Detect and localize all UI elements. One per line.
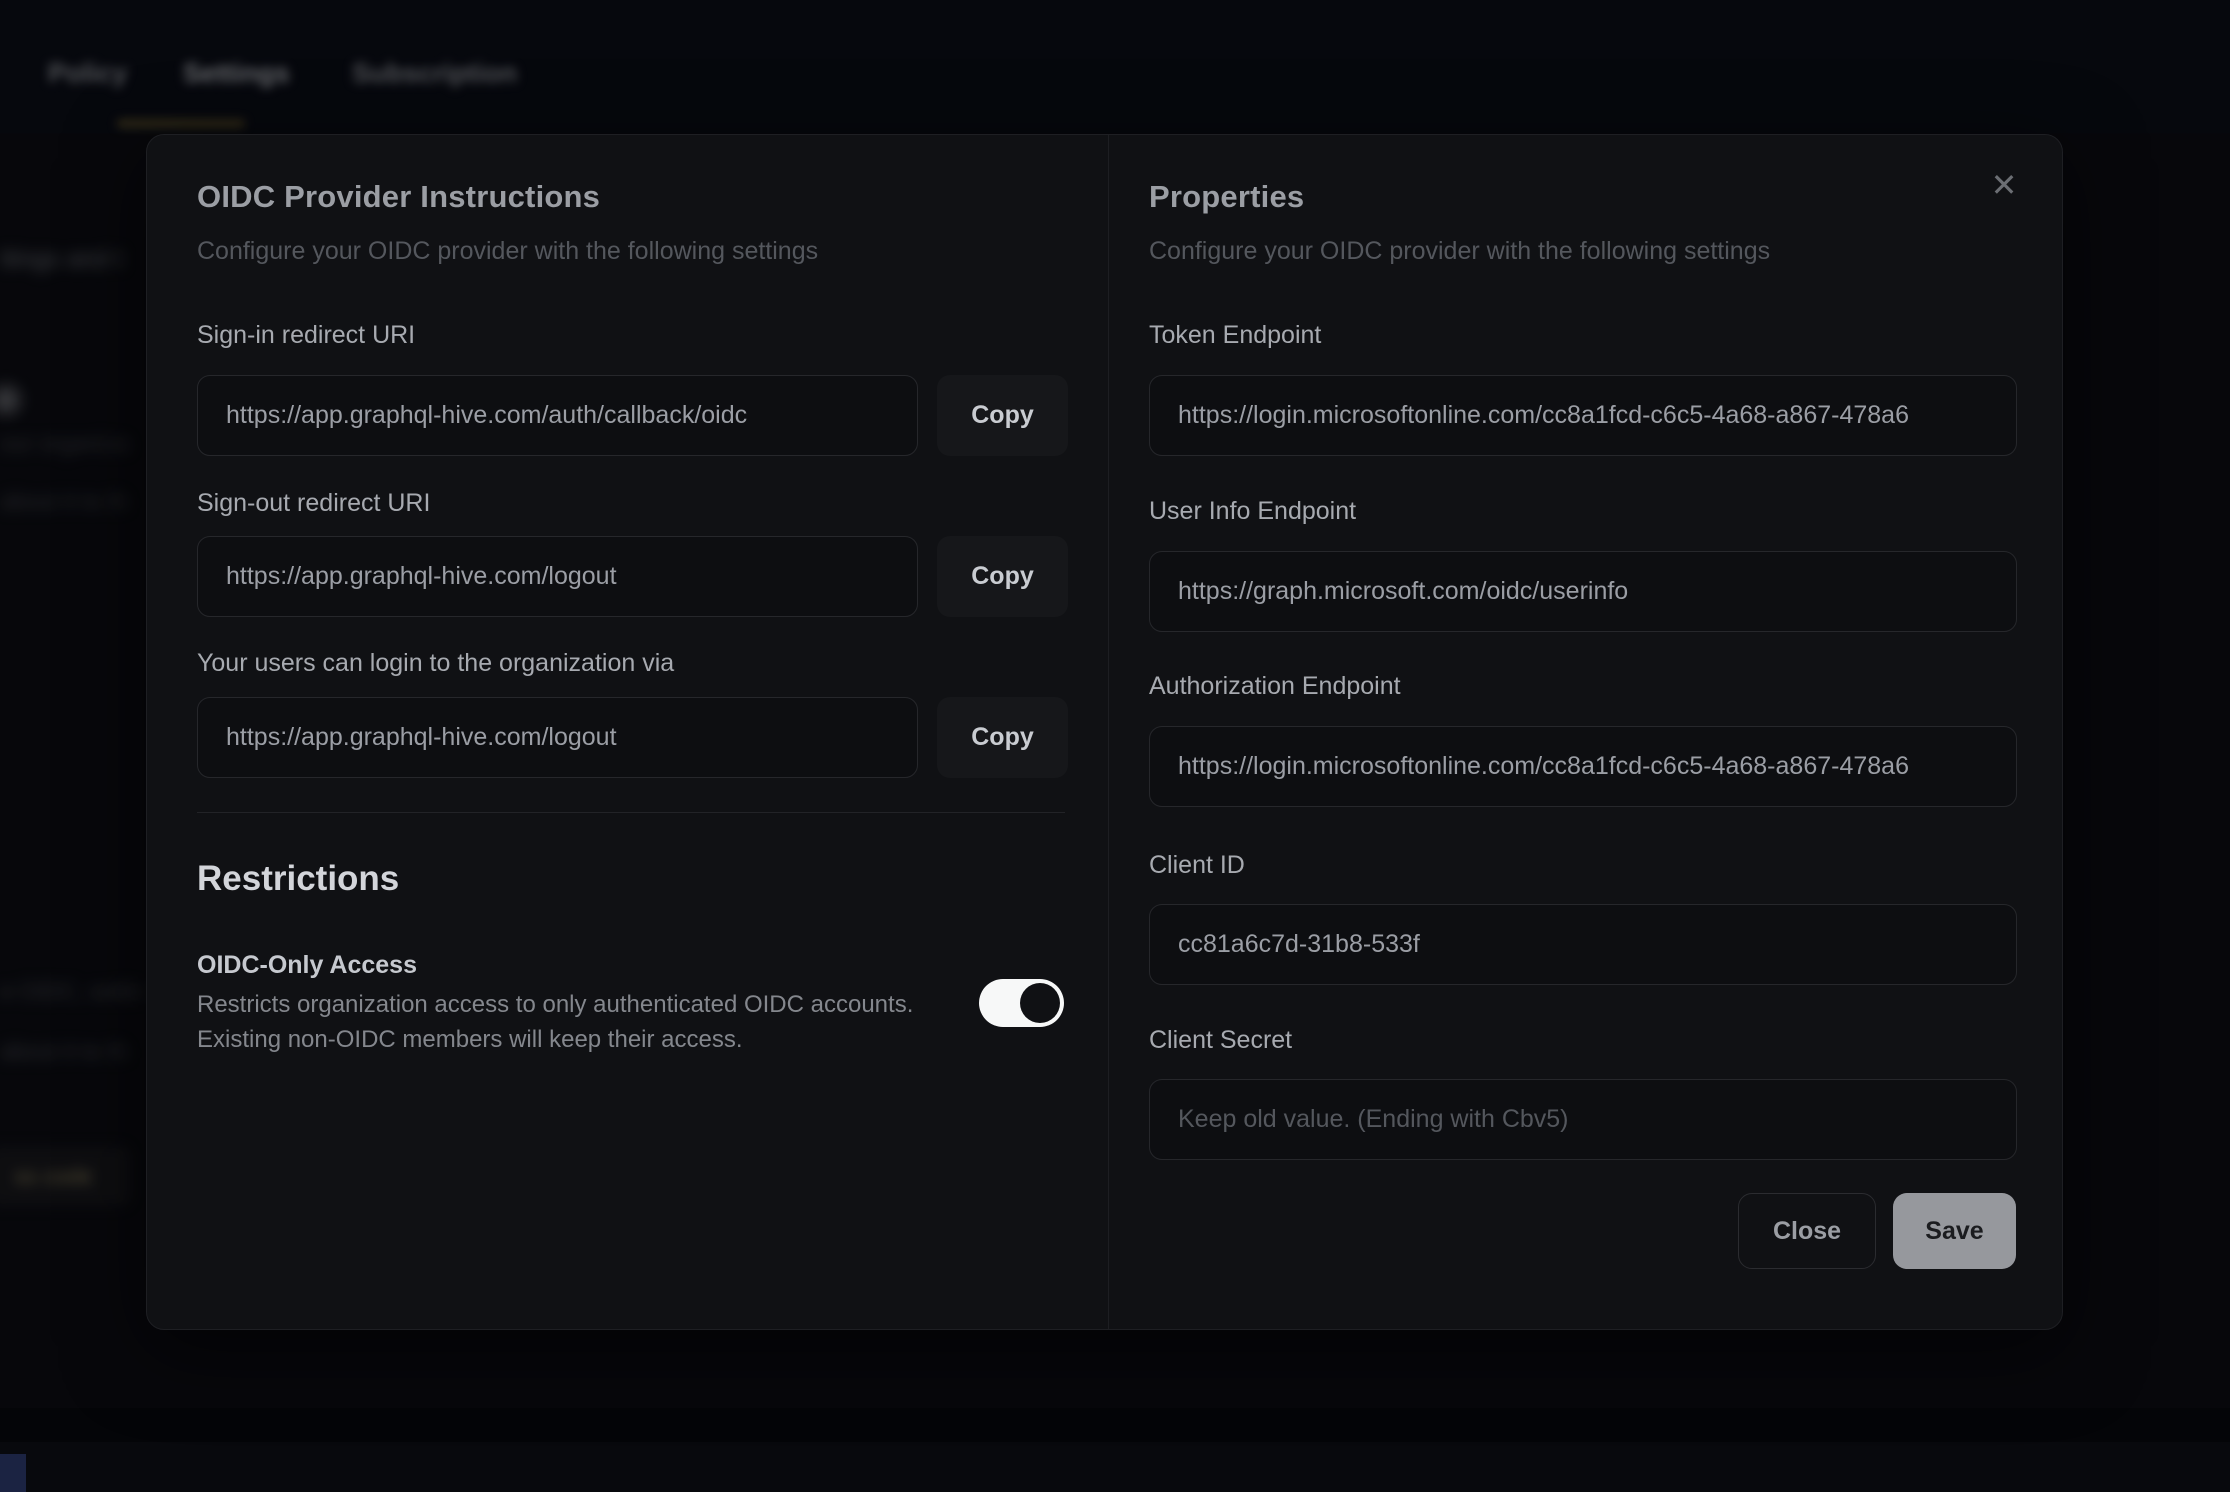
section-divider	[197, 812, 1065, 813]
toggle-knob	[1020, 983, 1060, 1023]
token-endpoint-label: Token Endpoint	[1149, 321, 1321, 350]
userinfo-endpoint-input[interactable]	[1149, 551, 2017, 632]
oidc-only-description: Existing non-OIDC members will keep thei…	[197, 1026, 743, 1054]
userinfo-endpoint-label: User Info Endpoint	[1149, 497, 1356, 526]
close-button[interactable]: Close	[1738, 1193, 1876, 1269]
authorization-endpoint-input[interactable]	[1149, 726, 2017, 807]
signin-redirect-label: Sign-in redirect URI	[197, 321, 415, 350]
oidc-settings-dialog: ✕ OIDC Provider Instructions Configure y…	[146, 134, 2063, 1330]
corner-accent	[0, 1454, 26, 1492]
client-secret-input[interactable]	[1149, 1079, 2017, 1160]
signout-redirect-label: Sign-out redirect URI	[197, 489, 430, 518]
client-id-label: Client ID	[1149, 851, 1245, 880]
signin-redirect-input[interactable]	[197, 375, 918, 456]
authorization-endpoint-label: Authorization Endpoint	[1149, 672, 1401, 701]
properties-title: Properties	[1149, 179, 1304, 215]
instructions-title: OIDC Provider Instructions	[197, 179, 600, 215]
oidc-only-access-label: OIDC-Only Access	[197, 951, 417, 980]
save-button[interactable]: Save	[1893, 1193, 2016, 1269]
client-secret-label: Client Secret	[1149, 1026, 1292, 1055]
client-id-input[interactable]	[1149, 904, 2017, 985]
properties-subtitle: Configure your OIDC provider with the fo…	[1149, 237, 1770, 266]
copy-signout-button[interactable]: Copy	[937, 536, 1068, 617]
close-icon[interactable]: ✕	[1980, 161, 2028, 209]
login-via-input[interactable]	[197, 697, 918, 778]
oidc-only-toggle[interactable]	[979, 979, 1064, 1027]
column-divider	[1108, 135, 1109, 1329]
login-via-label: Your users can login to the organization…	[197, 649, 674, 678]
oidc-only-description: Restricts organization access to only au…	[197, 991, 913, 1019]
signout-redirect-input[interactable]	[197, 536, 918, 617]
instructions-subtitle: Configure your OIDC provider with the fo…	[197, 237, 818, 266]
copy-signin-button[interactable]: Copy	[937, 375, 1068, 456]
token-endpoint-input[interactable]	[1149, 375, 2017, 456]
copy-login-via-button[interactable]: Copy	[937, 697, 1068, 778]
restrictions-heading: Restrictions	[197, 859, 399, 899]
